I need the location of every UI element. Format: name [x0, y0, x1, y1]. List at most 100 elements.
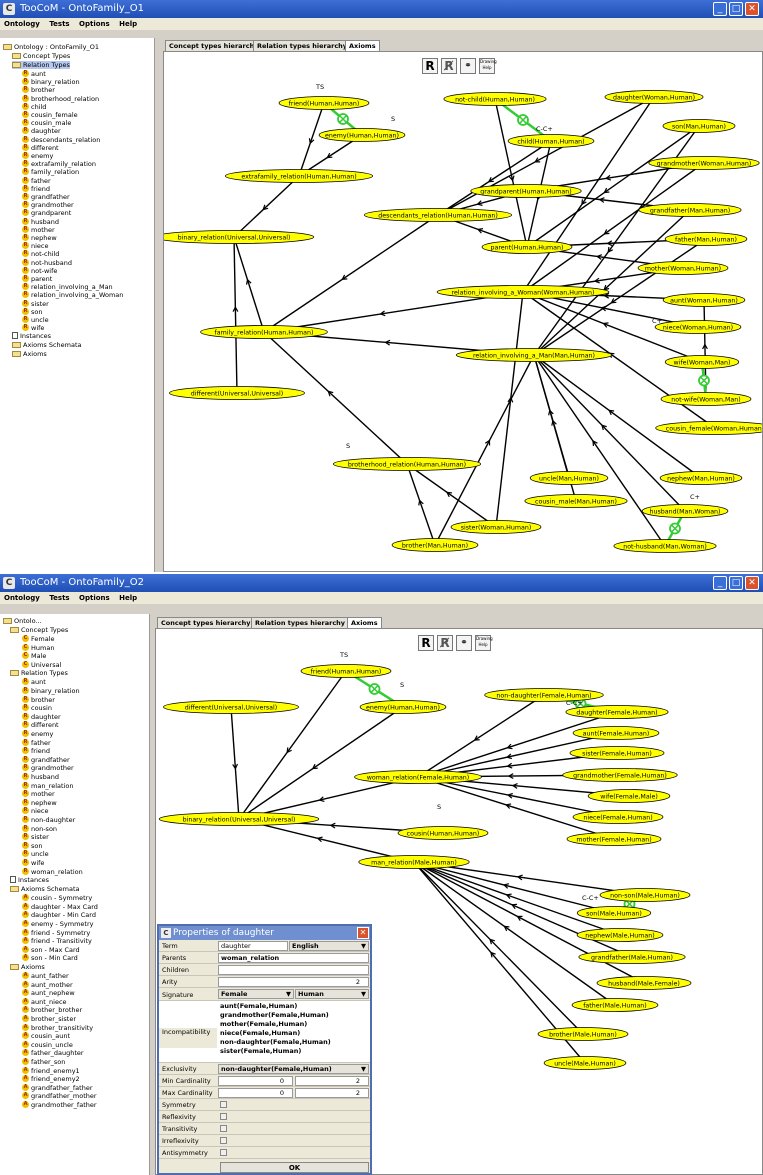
- menu-options[interactable]: Options: [79, 594, 110, 602]
- tree-axiom-item[interactable]: Afather_son: [22, 1058, 65, 1066]
- relation-node[interactable]: brother(Man,Human): [391, 538, 479, 552]
- tree-concept-types[interactable]: Concept Types: [12, 52, 70, 60]
- tree-relation-item[interactable]: Rnon-son: [22, 824, 57, 833]
- tree-relation-item[interactable]: Rmother: [22, 790, 55, 798]
- term-input[interactable]: daughter: [218, 941, 288, 951]
- minimize-button[interactable]: _: [713, 2, 727, 16]
- tree-relation-item[interactable]: Rnon-daughter: [22, 816, 75, 824]
- relation-node[interactable]: nephew(Man,Human): [659, 471, 743, 485]
- incompatibility-item[interactable]: aunt(Female,Human): [220, 1002, 331, 1011]
- relation-node[interactable]: wife(Woman,Man): [664, 355, 740, 369]
- exclusivity-select[interactable]: non-daughter(Female,Human) ▼: [218, 1064, 369, 1074]
- relation-node[interactable]: father(Male,Human): [571, 998, 659, 1012]
- axioms-canvas[interactable]: R R̸ ⚭ Drawing Help friend(Human,Human) e…: [163, 51, 763, 572]
- tree-axiom-item[interactable]: Agrandmother_father: [22, 1101, 97, 1109]
- min-card-spinner-1[interactable]: 0: [218, 1076, 293, 1086]
- tree-axioms[interactable]: Axioms: [12, 350, 47, 358]
- tree-axioms-schemata[interactable]: Axioms Schemata: [10, 885, 80, 893]
- tree-relation-item[interactable]: Rbrotherhood_relation: [22, 94, 99, 103]
- parents-field[interactable]: woman_relation: [218, 953, 369, 963]
- relation-node[interactable]: woman_relation(Female,Human): [354, 770, 482, 784]
- tree-relation-item[interactable]: Rnephew: [22, 798, 57, 807]
- tree-relation-item[interactable]: Rnot-child: [22, 250, 59, 258]
- tree-schema-item[interactable]: Afriend - Transitivity: [22, 937, 92, 945]
- tree-relation-item[interactable]: Rfather: [22, 176, 51, 185]
- tree-schema-item[interactable]: Ason - Max Card: [22, 945, 80, 954]
- tree-concept-item[interactable]: C Male: [22, 652, 46, 660]
- tree-axiom-item[interactable]: Abrother_sister: [22, 1015, 76, 1023]
- tree-relation-item[interactable]: Rwife: [22, 859, 44, 867]
- tree-axioms[interactable]: Axioms: [10, 963, 45, 971]
- tree-schema-item[interactable]: Acousin - Symmetry: [22, 894, 92, 902]
- relation-node[interactable]: father(Man,Human): [664, 232, 748, 246]
- relation-node[interactable]: relation_involving_a_Woman(Woman,Human): [436, 285, 610, 299]
- tree-relation-item[interactable]: Rdescendants_relation: [22, 135, 100, 144]
- tree-relation-item[interactable]: Rgrandmother: [22, 201, 74, 209]
- tab-concept-types[interactable]: Concept types hierarchy: [157, 617, 255, 628]
- tree-axiom-item[interactable]: Afather_daughter: [22, 1049, 84, 1057]
- relation-node[interactable]: husband(Man,Woman): [641, 504, 729, 518]
- relation-node[interactable]: brotherhood_relation(Human,Human): [332, 457, 482, 471]
- tree-relation-item[interactable]: Rrelation_involving_a_Man: [22, 283, 113, 291]
- relation-node[interactable]: cousin_female(Woman,Human): [655, 421, 763, 435]
- tab-axioms[interactable]: Axioms: [347, 617, 382, 628]
- tree-axiom-item[interactable]: Acousin_aunt: [22, 1032, 70, 1040]
- incompatibility-item[interactable]: niece(Female,Human): [220, 1029, 331, 1038]
- tree-axiom-item[interactable]: Abrother_brother: [22, 1006, 82, 1014]
- tree-relation-item[interactable]: Rnot-wife: [22, 266, 57, 275]
- menu-tests[interactable]: Tests: [49, 20, 69, 28]
- tree-axioms-schemata[interactable]: Axioms Schemata: [12, 341, 82, 349]
- tree-relation-item[interactable]: Rbrother: [22, 695, 55, 704]
- relation-node[interactable]: different(Universal,Universal): [163, 700, 299, 714]
- reflexivity-checkbox[interactable]: [220, 1113, 227, 1120]
- tree-relation-item[interactable]: Rniece: [22, 807, 49, 815]
- tree-root[interactable]: Ontolo...: [3, 617, 42, 625]
- relation-node[interactable]: daughter(Woman,Human): [604, 90, 704, 104]
- relation-node[interactable]: grandmother(Female,Human): [562, 768, 678, 782]
- max-card-spinner-2[interactable]: 2: [295, 1088, 369, 1098]
- tree-relation-item[interactable]: Rcousin_male: [22, 119, 71, 127]
- relation-node[interactable]: sister(Female,Human): [569, 746, 665, 760]
- minimize-button[interactable]: _: [713, 576, 727, 590]
- relation-node[interactable]: not-child(Human,Human): [443, 92, 547, 106]
- incompatibility-item[interactable]: grandmother(Female,Human): [220, 1011, 331, 1020]
- relation-node[interactable]: not-husband(Man,Woman): [613, 539, 717, 553]
- arity-spinner[interactable]: 2: [218, 977, 369, 987]
- relation-node[interactable]: family_relation(Human,Human): [200, 325, 328, 339]
- tree-relation-item[interactable]: Rbinary_relation: [22, 687, 80, 695]
- tree-relation-item[interactable]: Rson: [22, 307, 42, 316]
- tree-relation-item[interactable]: Rnephew: [22, 234, 57, 242]
- relation-node[interactable]: nephew(Male,Human): [576, 928, 664, 942]
- tree-relation-item[interactable]: Rparent: [22, 275, 52, 283]
- tree-relation-item[interactable]: Rhusband: [22, 773, 59, 781]
- tree-relation-types[interactable]: Relation Types: [12, 61, 70, 69]
- relation-node[interactable]: son(Man,Human): [662, 119, 736, 133]
- tree-axiom-item[interactable]: Afriend_enemy2: [22, 1075, 80, 1083]
- tab-axioms[interactable]: Axioms: [345, 40, 380, 51]
- relation-node[interactable]: not-wife(Woman,Man): [660, 392, 752, 406]
- min-card-spinner-2[interactable]: 2: [295, 1076, 369, 1086]
- tree-relation-item[interactable]: Rdaughter: [22, 127, 61, 135]
- relation-node[interactable]: descendants_relation(Human,Human): [363, 208, 513, 222]
- signature-select-2[interactable]: Human ▼: [295, 989, 369, 999]
- relation-node[interactable]: uncle(Male,Human): [543, 1056, 627, 1070]
- signature-select-1[interactable]: Female ▼: [218, 989, 294, 999]
- tree-relation-item[interactable]: Rnot-husband: [22, 258, 72, 267]
- incompatibility-item[interactable]: non-daughter(Female,Human): [220, 1038, 331, 1047]
- tree-relation-item[interactable]: Rsister: [22, 833, 49, 841]
- tree-relation-types[interactable]: Relation Types: [10, 669, 68, 677]
- tab-concept-types[interactable]: Concept types hierarchy: [165, 40, 263, 51]
- relation-node[interactable]: daughter(Female,Human): [565, 705, 669, 719]
- tree-relation-item[interactable]: Rfamily_relation: [22, 168, 79, 176]
- relation-node[interactable]: son(Male,Human): [576, 906, 652, 920]
- tab-relation-types[interactable]: Relation types hierarchy: [253, 40, 352, 51]
- tree-axiom-item[interactable]: Agrandfather_mother: [22, 1092, 97, 1100]
- relation-node[interactable]: cousin(Human,Human): [397, 826, 489, 840]
- max-card-spinner-1[interactable]: 0: [218, 1088, 293, 1098]
- tree-schema-item[interactable]: Afriend - Symmetry: [22, 928, 90, 937]
- relation-node[interactable]: brother(Male,Human): [537, 1027, 629, 1041]
- tree-relation-item[interactable]: Rrelation_involving_a_Woman: [22, 291, 123, 299]
- relation-node[interactable]: husband(Male,Female): [596, 976, 692, 990]
- relation-node[interactable]: child(Human,Human): [507, 134, 595, 148]
- tree-relation-item[interactable]: Runcle: [22, 850, 49, 858]
